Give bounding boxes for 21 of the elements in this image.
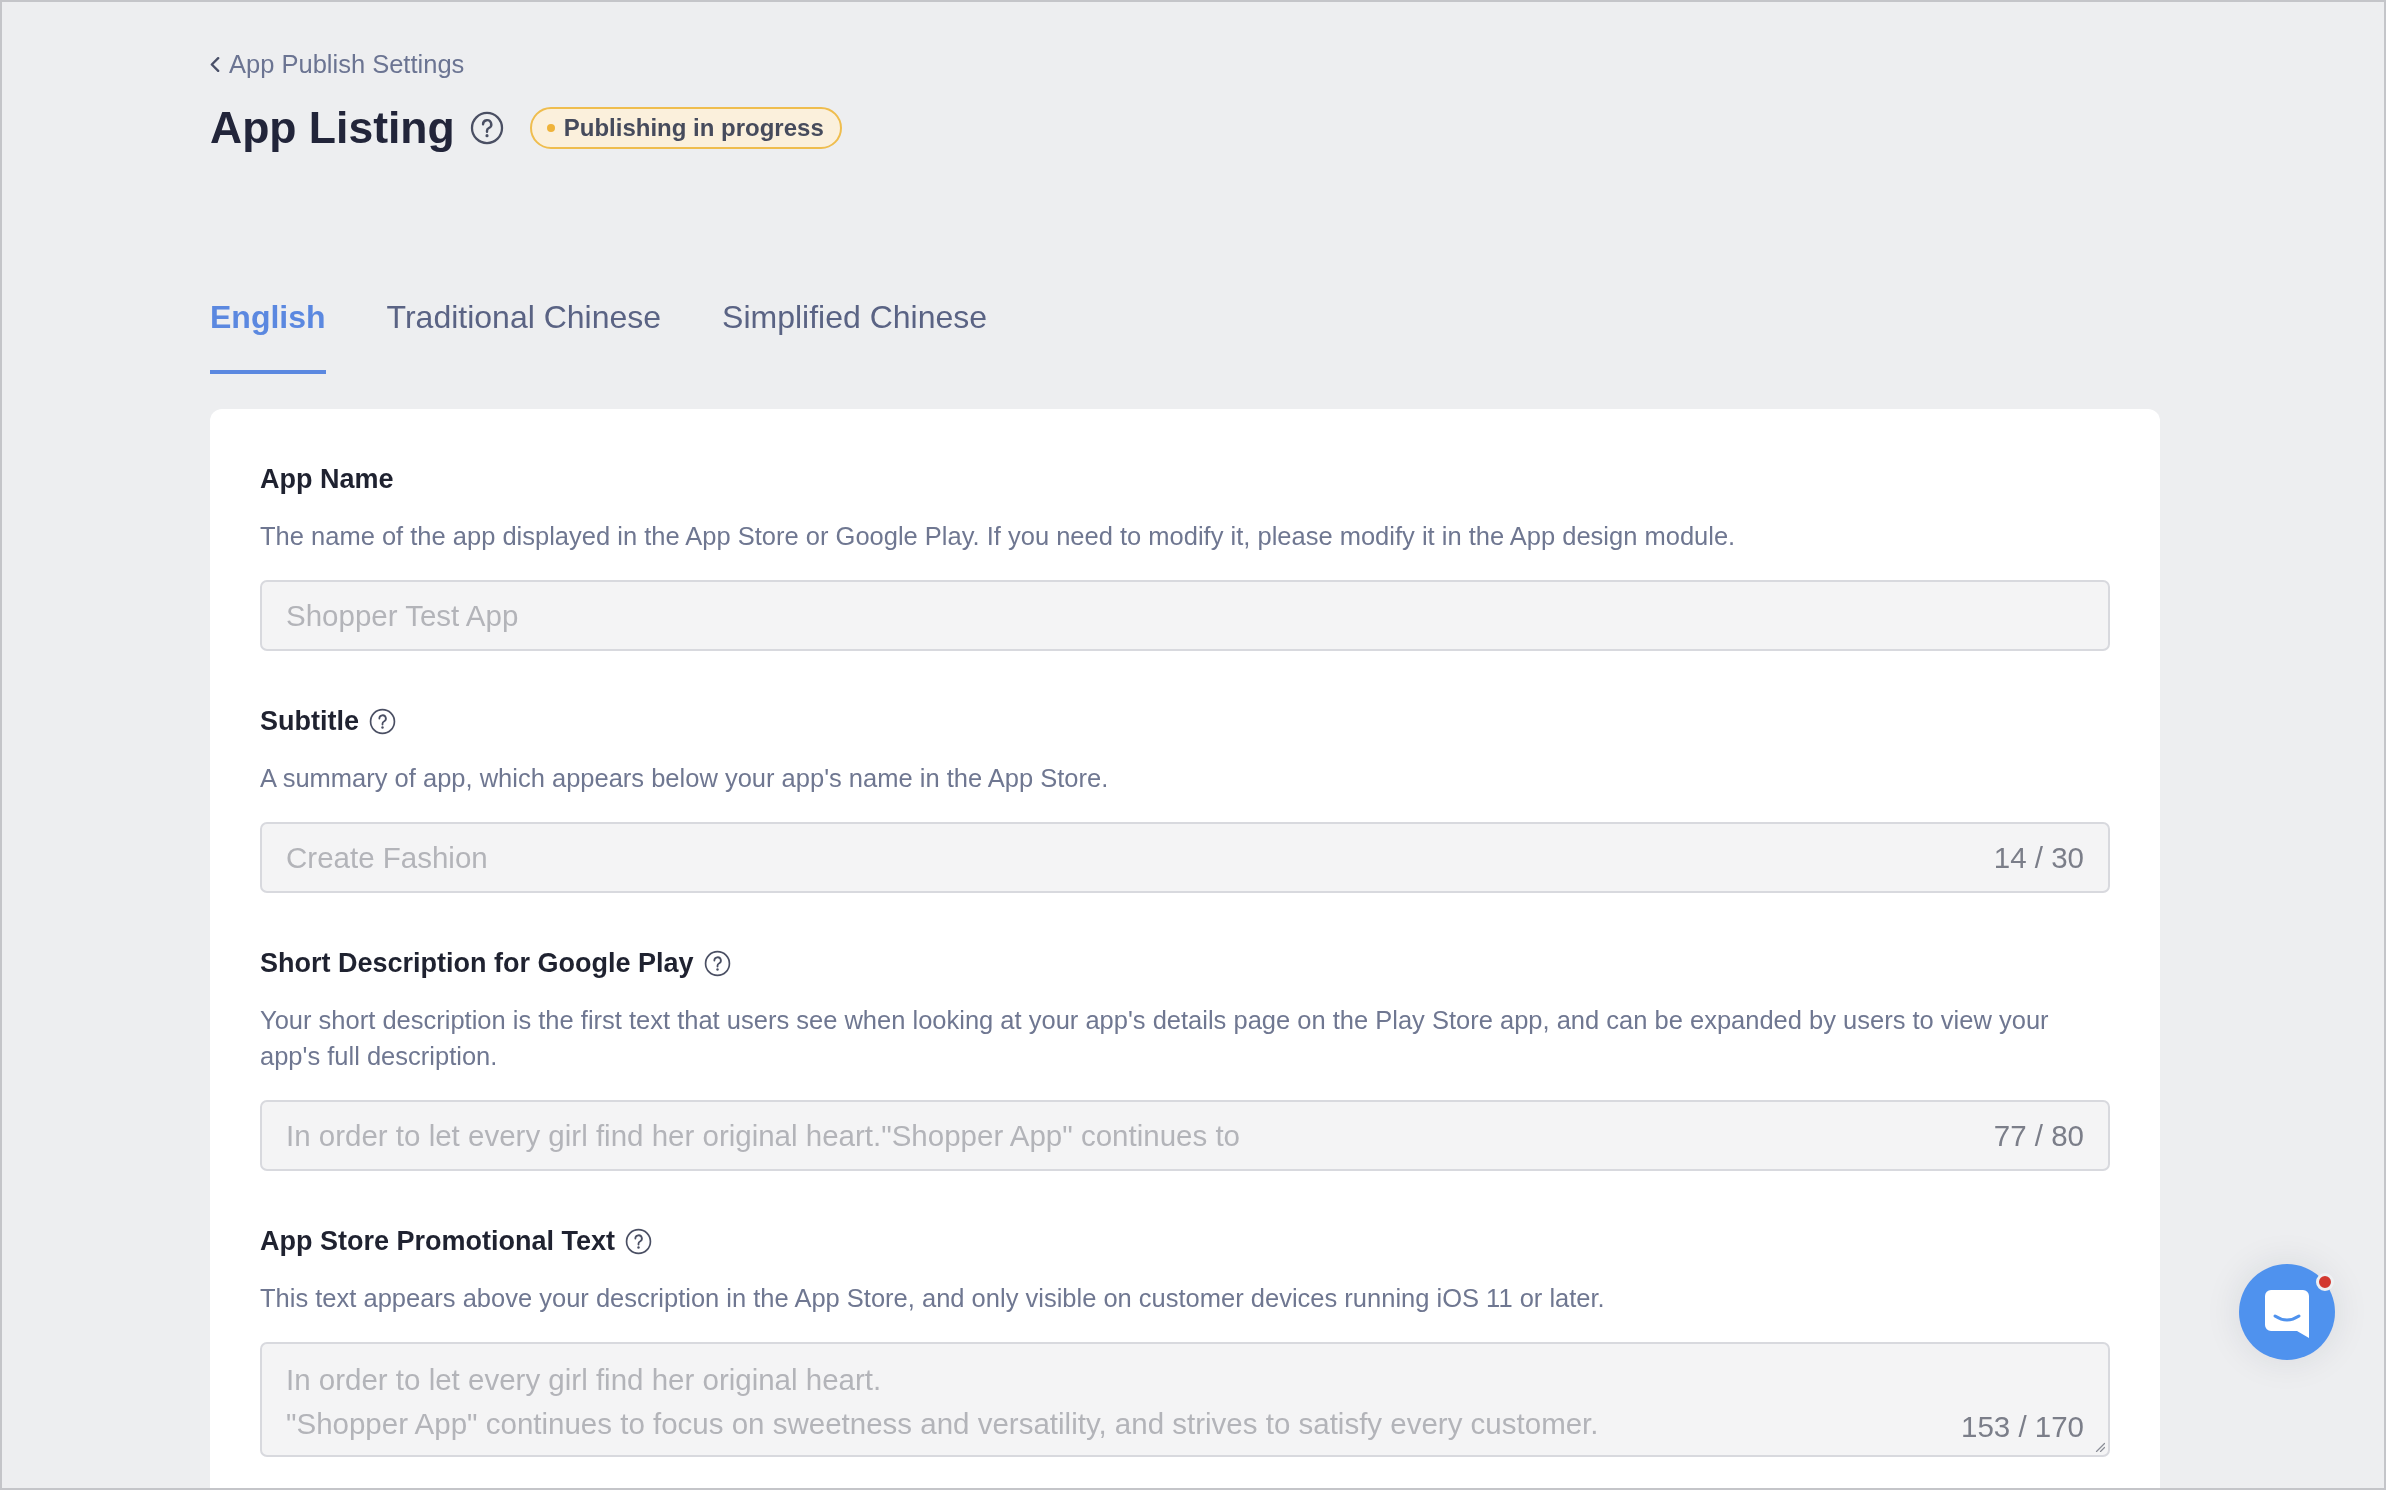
character-counter: 77 / 80 [1993,1118,2084,1153]
status-dot-icon [546,124,555,132]
help-icon[interactable] [469,111,504,145]
field-description: Your short description is the first text that users see when looking at your app's details page on the Play Store app, and can be expanded by users to view your app's full description. [260,1005,2050,1072]
field-label: App Name [260,463,394,496]
status-text: Publishing in progress [563,114,824,142]
field-label: Short Description for Google Play [260,947,694,980]
language-tab[interactable]: Traditional Chinese [386,297,662,374]
language-tab[interactable]: Simplified Chinese [722,297,988,374]
page-title: App Listing [210,102,455,154]
character-counter: 153 / 170 [1960,1409,2084,1445]
field-description: A summary of app, which appears below your app's name in the App Store. [260,763,1110,794]
language-tab[interactable]: English [210,297,326,374]
back-link[interactable]: App Publish Settings [210,48,465,80]
field-description: The name of the app displayed in the App Store or Google Play. If you need to modify it, please modify it in the App design module. [260,521,1737,552]
field-label: Subtitle [260,705,359,738]
chevron-left-icon [210,56,220,72]
character-counter: 14 / 30 [1993,840,2084,875]
field-description: This text appears above your description in the App Store, and only visible on customer devices running iOS 11 or later. [260,1283,1606,1314]
field-label: App Store Promotional Text [260,1225,616,1258]
chat-bubble-icon [2265,1290,2309,1338]
